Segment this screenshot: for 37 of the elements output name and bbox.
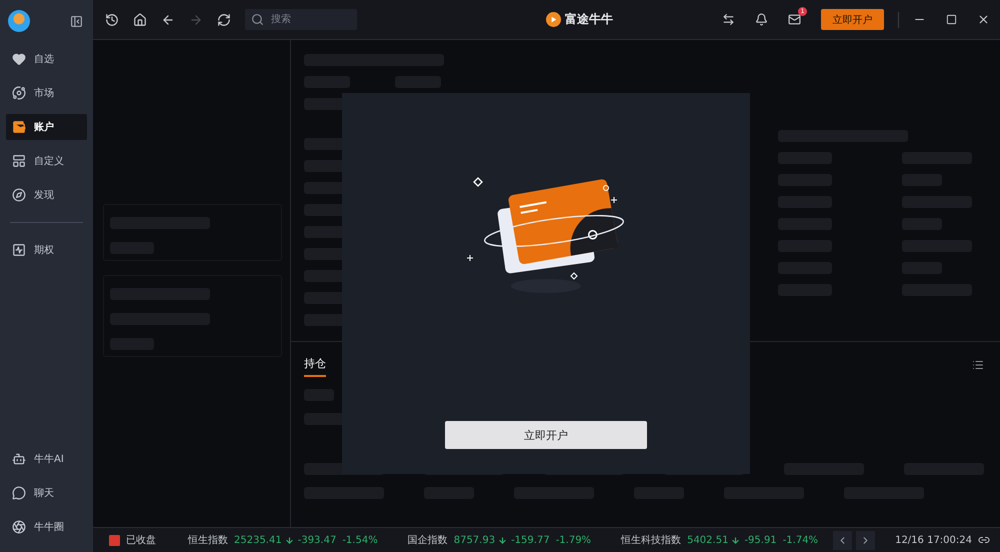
sidebar-label: 自选 [34,52,54,66]
brand-name: 富途牛牛 [565,11,613,28]
index-value: 25235.41 [234,534,282,546]
clock-time: 12/16 17:00:24 [895,534,972,546]
sidebar-label: 聊天 [34,487,54,500]
index-value: 8757.93 [454,534,496,546]
sidebar-item[interactable]: 聊天 [6,480,87,506]
sidebar-label: 市场 [34,86,54,100]
sidebar-item[interactable]: 牛牛AI [6,446,87,472]
index-percent: -1.54% [342,534,378,546]
sidebar-item[interactable]: 市场 [6,80,87,106]
index-change: -159.77 [511,534,550,546]
sidebar-item[interactable]: 发现 [6,182,87,208]
sidebar-label: 账户 [34,120,54,134]
index-name: 恒生科技指数 [621,534,682,547]
sidebar-item[interactable]: 自定义 [6,148,87,174]
sidebar-label: 自定义 [34,154,64,168]
index-name: 国企指数 [408,534,448,547]
index-percent: -1.74% [782,534,818,546]
open-account-button[interactable]: 立即开户 [821,9,884,30]
market-status: 已收盘 [126,534,156,547]
sidebar-label: 期权 [34,244,54,257]
index-value: 5402.51 [687,534,728,546]
index-change: -95.91 [744,534,777,546]
index-change: -393.47 [298,534,336,546]
sidebar-item[interactable]: 账户 [6,114,87,140]
sidebar-label: 牛牛圈 [34,520,64,534]
sidebar-item[interactable]: 牛牛圈 [6,514,87,540]
sidebar-label: 发现 [34,189,54,202]
tab[interactable]: 持仓 [304,356,326,377]
open-account-button[interactable]: 立即开户 [445,421,647,449]
index-name: 恒生指数 [188,534,228,547]
sidebar-label: 牛牛AI [34,452,64,466]
index-percent: -1.79% [556,534,592,546]
search-field[interactable]: 搜索 [245,9,357,30]
sidebar-item[interactable]: 自选 [6,46,87,72]
sidebar-item[interactable]: 期权 [6,237,87,263]
